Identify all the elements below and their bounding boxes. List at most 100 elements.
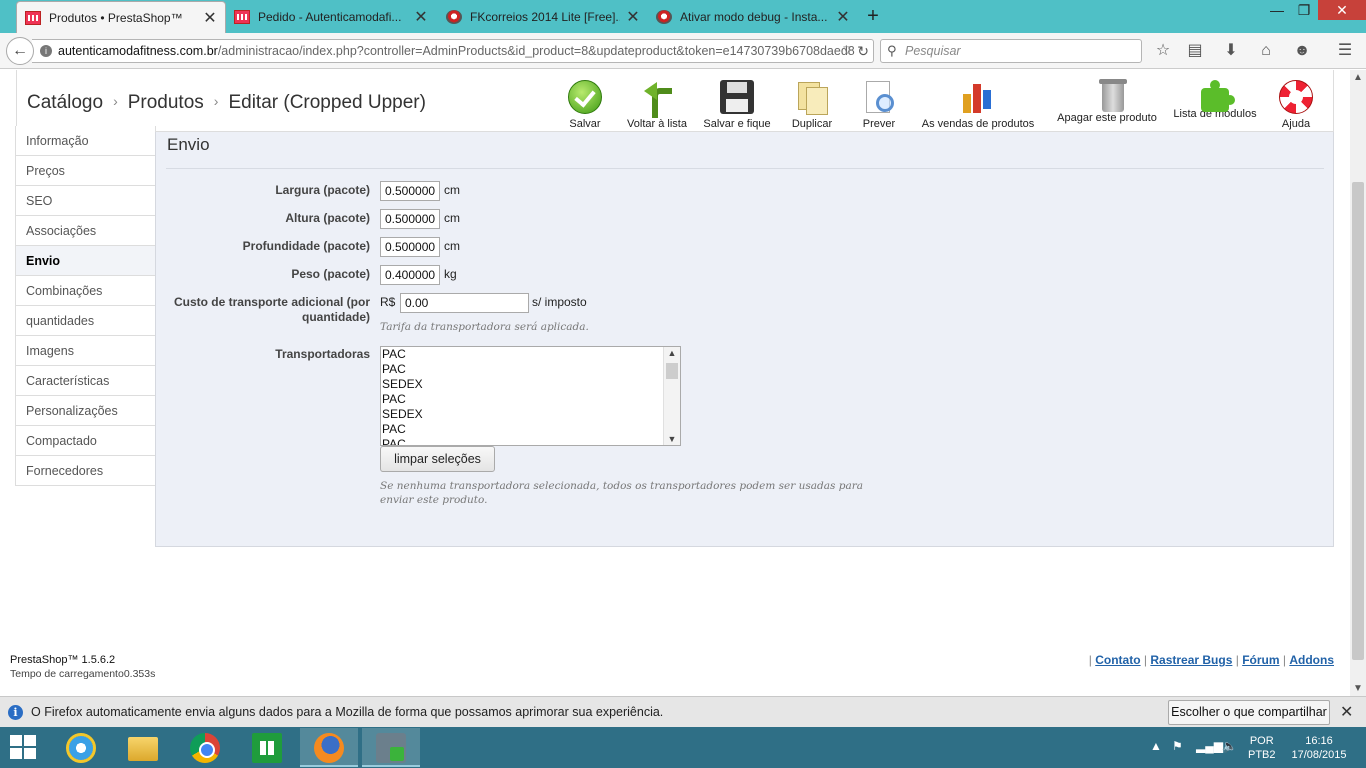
page-content: Catálogo › Produtos › Editar (Cropped Upper)… — [0, 70, 1350, 696]
breadcrumb-catalog[interactable]: Catálogo — [27, 92, 103, 113]
duplicate-button[interactable]: Duplicar — [787, 80, 837, 130]
delete-product-button[interactable]: Apagar este produto — [1055, 79, 1159, 124]
tab-title: Ativar modo debug - Insta... — [680, 10, 828, 24]
chat-icon[interactable]: ☻ — [1291, 41, 1313, 61]
scroll-up-arrow-icon[interactable]: ▲ — [1350, 72, 1366, 83]
tab-suppliers[interactable]: Fornecedores — [15, 456, 156, 486]
tab-combinations[interactable]: Combinações — [15, 276, 156, 306]
currency-symbol: R$ — [380, 295, 396, 309]
close-window-icon[interactable]: ✕ — [1318, 0, 1366, 20]
carriers-scrollbar[interactable]: ▲ ▼ — [663, 347, 680, 445]
reload-icon[interactable]: ↻ — [857, 40, 869, 62]
close-tab-icon[interactable]: ✕ — [203, 8, 217, 28]
search-input[interactable]: ⚲ Pesquisar — [880, 39, 1142, 63]
carrier-option[interactable]: SEDEX — [381, 407, 680, 422]
restore-window-icon[interactable]: ❐ — [1289, 2, 1319, 19]
taskbar-file-explorer[interactable] — [114, 728, 172, 767]
scroll-up-arrow-icon[interactable]: ▲ — [664, 348, 680, 358]
tab-seo[interactable]: SEO — [15, 186, 156, 216]
action-center-flag-icon[interactable]: ⚑ — [1172, 739, 1183, 753]
additional-shipping-label: Custo de transporte adicional (por quant… — [173, 295, 370, 324]
scroll-thumb[interactable] — [1352, 182, 1364, 660]
bookmark-star-icon[interactable]: ☆ — [1152, 41, 1174, 61]
taskbar-store[interactable] — [238, 728, 296, 767]
url-bar[interactable]: i autenticamodafitness.com.br/administra… — [32, 39, 874, 63]
tab-associations[interactable]: Associações — [15, 216, 156, 246]
tab-prices[interactable]: Preços — [15, 156, 156, 186]
url-history-dropdown-icon[interactable]: ▽ — [843, 40, 851, 62]
browser-tab-produtos[interactable]: Produtos • PrestaShop™ ✕ — [16, 1, 226, 33]
addons-link[interactable]: Addons — [1289, 653, 1334, 667]
save-and-stay-button[interactable]: Salvar e fique — [701, 80, 773, 130]
tab-customization[interactable]: Personalizações — [15, 396, 156, 426]
preview-button[interactable]: Prever — [855, 80, 903, 130]
save-button[interactable]: Salvar — [561, 80, 609, 130]
clear-selection-button[interactable]: limpar seleções — [380, 446, 495, 472]
tab-quantities[interactable]: quantidades — [15, 306, 156, 336]
back-to-list-button[interactable]: Voltar à lista — [621, 80, 693, 130]
minimize-window-icon[interactable]: — — [1262, 2, 1292, 18]
page-header-toolbar: Catálogo › Produtos › Editar (Cropped Upper)… — [16, 70, 1334, 132]
input-language-indicator[interactable]: POR PTB2 — [1248, 734, 1276, 762]
carriers-select[interactable]: PAC PAC SEDEX PAC SEDEX PAC PAC ▲ ▼ — [380, 346, 681, 446]
browser-tab-debug[interactable]: Ativar modo debug - Insta... ✕ — [648, 1, 858, 33]
height-input[interactable]: 0.500000 — [380, 209, 440, 229]
site-info-icon[interactable]: i — [40, 45, 52, 57]
downloads-icon[interactable]: ⬇ — [1220, 41, 1242, 61]
contact-link[interactable]: Contato — [1095, 653, 1140, 667]
scroll-down-arrow-icon[interactable]: ▼ — [664, 434, 680, 444]
prestashop-version: PrestaShop™ 1.5.6.2 — [10, 654, 116, 666]
product-sales-button[interactable]: As vendas de produtos — [919, 80, 1037, 130]
modules-list-button[interactable]: Lista de módulos — [1171, 80, 1259, 120]
product-tabs-menu: Informação Preços SEO Associações Envio … — [15, 126, 156, 486]
menu-hamburger-icon[interactable]: ☰ — [1334, 41, 1356, 61]
system-clock[interactable]: 16:16 17/08/2015 — [1288, 734, 1350, 762]
taskbar-firefox[interactable] — [300, 728, 358, 767]
carrier-option[interactable]: PAC — [381, 362, 680, 377]
browser-tab-pedido[interactable]: Pedido - Autenticamodafi... ✕ — [226, 1, 436, 33]
carriers-label: Transportadoras — [275, 347, 370, 361]
close-tab-icon[interactable]: ✕ — [414, 7, 428, 27]
taskbar-internet-explorer[interactable] — [52, 728, 110, 767]
page-scrollbar[interactable]: ▲ ▼ — [1350, 70, 1366, 696]
taskbar-remote-app[interactable] — [362, 728, 420, 767]
carrier-option[interactable]: PAC — [381, 347, 680, 362]
carrier-option[interactable]: PAC — [381, 392, 680, 407]
tab-information[interactable]: Informação — [15, 126, 156, 156]
depth-label: Profundidade (pacote) — [242, 239, 370, 253]
browser-nav-bar: i autenticamodafitness.com.br/administra… — [0, 33, 1366, 69]
windows-start-button[interactable] — [10, 735, 38, 761]
scroll-down-arrow-icon[interactable]: ▼ — [1350, 683, 1366, 694]
close-notification-icon[interactable]: ✕ — [1340, 702, 1353, 722]
help-button[interactable]: Ajuda — [1279, 80, 1313, 130]
home-icon[interactable]: ⌂ — [1255, 41, 1277, 61]
close-tab-icon[interactable]: ✕ — [626, 7, 640, 27]
width-input[interactable]: 0.500000 — [380, 181, 440, 201]
network-signal-icon[interactable]: ▂▄▆ — [1196, 739, 1223, 753]
bug-tracker-link[interactable]: Rastrear Bugs — [1150, 653, 1232, 667]
taskbar-chrome[interactable] — [176, 728, 234, 767]
choose-what-to-share-button[interactable]: Escolher o que compartilhar — [1168, 700, 1330, 725]
forum-link[interactable]: Fórum — [1242, 653, 1279, 667]
info-icon: i — [8, 705, 23, 720]
additional-shipping-input[interactable]: 0.00 — [400, 293, 529, 313]
carrier-option[interactable]: PAC — [381, 422, 680, 437]
breadcrumb-products[interactable]: Produtos — [128, 92, 204, 113]
tab-features[interactable]: Características — [15, 366, 156, 396]
carrier-option[interactable]: SEDEX — [381, 377, 680, 392]
depth-input[interactable]: 0.500000 — [380, 237, 440, 257]
reading-list-icon[interactable]: ▤ — [1184, 41, 1206, 61]
tab-shipping[interactable]: Envio — [15, 246, 156, 276]
close-tab-icon[interactable]: ✕ — [836, 7, 850, 27]
tab-pack[interactable]: Compactado — [15, 426, 156, 456]
weight-input[interactable]: 0.400000 — [380, 265, 440, 285]
carrier-option[interactable]: PAC — [381, 437, 680, 445]
new-tab-button[interactable]: + — [862, 5, 884, 28]
tab-images[interactable]: Imagens — [15, 336, 156, 366]
trash-icon — [1099, 79, 1127, 112]
scroll-thumb[interactable] — [666, 363, 678, 379]
browser-tab-fkcorreios[interactable]: FKcorreios 2014 Lite [Free]... ✕ — [438, 1, 648, 33]
back-button[interactable]: ← — [6, 37, 34, 65]
tray-expand-icon[interactable]: ▲ — [1150, 739, 1162, 753]
volume-icon[interactable]: 🔈 — [1222, 739, 1237, 753]
